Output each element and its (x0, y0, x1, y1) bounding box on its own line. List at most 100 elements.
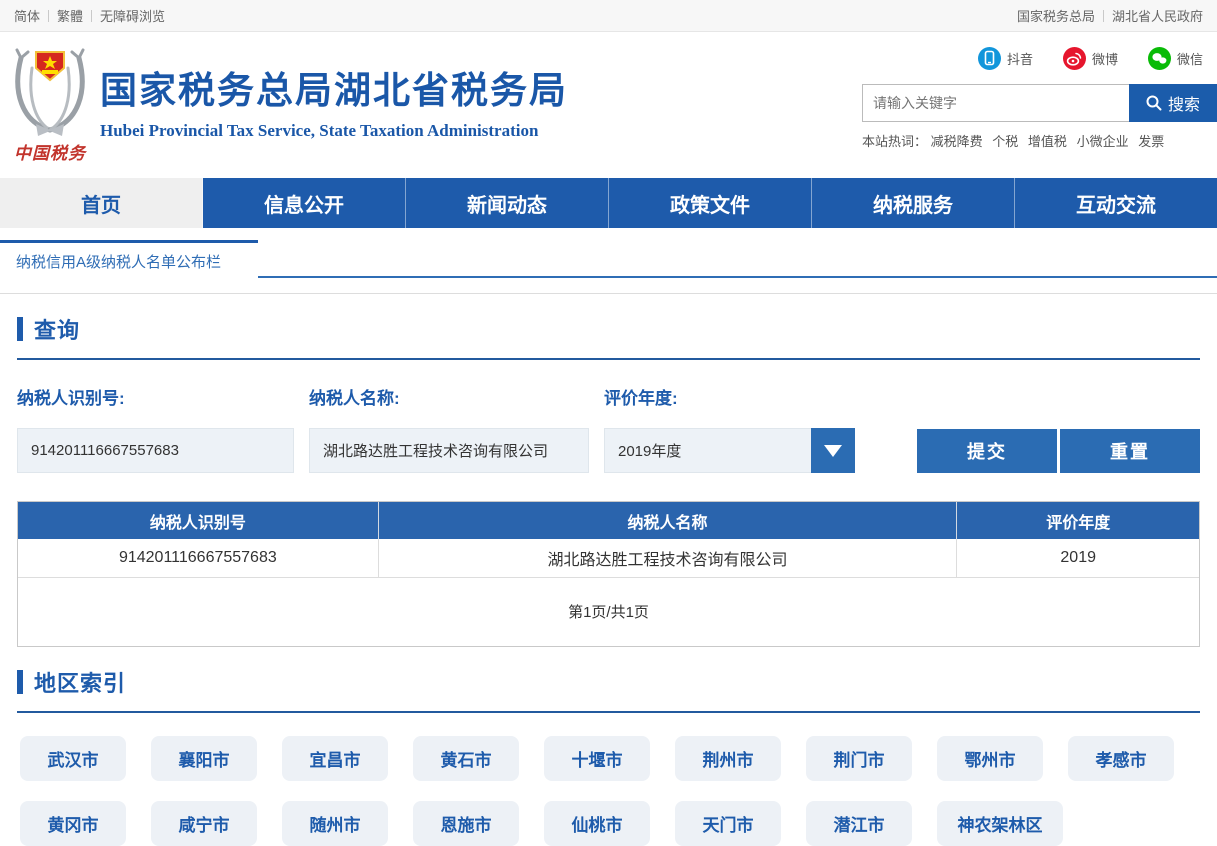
evaluation-year-selected-value: 2019年度 (604, 428, 811, 473)
hot-word-link[interactable]: 减税降费 (931, 134, 983, 149)
evaluation-year-label: 评价年度: (604, 384, 855, 409)
national-tax-emblem-logo: 中国税务 (4, 40, 96, 164)
evaluation-year-select[interactable]: 2019年度 (604, 428, 855, 473)
pagination-status: 第1页/共1页 (18, 578, 1199, 646)
select-dropdown-button[interactable] (811, 428, 855, 473)
city-button-suizhou[interactable]: 随州市 (282, 801, 388, 846)
search-input[interactable] (862, 84, 1129, 122)
taxpayer-name-input[interactable] (309, 428, 589, 473)
hot-word-link[interactable]: 增值税 (1028, 134, 1067, 149)
table-header-row: 纳税人识别号 纳税人名称 评价年度 (18, 502, 1199, 539)
link-hubei-provincial-government[interactable]: 湖北省人民政府 (1104, 6, 1211, 25)
query-section-title: 查询 (34, 313, 80, 345)
query-actions: 提交 重置 (917, 429, 1200, 473)
search-icon (1146, 95, 1162, 111)
city-button-jingzhou[interactable]: 荆州市 (675, 736, 781, 781)
col-header-taxpayer-name: 纳税人名称 (378, 502, 957, 539)
query-section-header: 查询 (17, 313, 1200, 360)
section-accent-bar (17, 317, 23, 341)
tab-credit-a-taxpayer-list[interactable]: 纳税信用A级纳税人名单公布栏 (0, 240, 258, 280)
cell-taxpayer-name: 湖北路达胜工程技术咨询有限公司 (378, 539, 957, 577)
nav-item-interaction[interactable]: 互动交流 (1015, 178, 1217, 228)
tax-emblem-icon (6, 40, 94, 138)
city-button-wuhan[interactable]: 武汉市 (20, 736, 126, 781)
chevron-down-icon (824, 445, 842, 457)
city-button-xiantao[interactable]: 仙桃市 (544, 801, 650, 846)
link-accessibility[interactable]: 无障碍浏览 (92, 6, 173, 25)
weibo-icon (1063, 47, 1086, 70)
city-button-xiangyang[interactable]: 襄阳市 (151, 736, 257, 781)
city-button-enshi[interactable]: 恩施市 (413, 801, 519, 846)
wechat-icon (1148, 47, 1171, 70)
taxpayer-name-field-group: 纳税人名称: (309, 384, 589, 473)
wechat-link[interactable]: 微信 (1148, 47, 1203, 70)
nav-item-information-disclosure[interactable]: 信息公开 (203, 178, 406, 228)
taxpayer-id-field-group: 纳税人识别号: (17, 384, 294, 473)
city-button-xiaogan[interactable]: 孝感市 (1068, 736, 1174, 781)
section-accent-bar (17, 670, 23, 694)
section-divider (0, 293, 1217, 294)
cell-evaluation-year: 2019 (957, 539, 1199, 577)
wechat-label: 微信 (1177, 49, 1203, 68)
reset-button[interactable]: 重置 (1060, 429, 1200, 473)
gov-links: 国家税务总局 湖北省人民政府 (1009, 6, 1211, 25)
top-utility-bar: 简体 繁體 无障碍浏览 国家税务总局 湖北省人民政府 (0, 0, 1217, 32)
results-table: 纳税人识别号 纳税人名称 评价年度 914201116667557683 湖北路… (18, 502, 1199, 578)
site-search: 搜索 (862, 84, 1217, 122)
city-button-tianmen[interactable]: 天门市 (675, 801, 781, 846)
social-links-row: 抖音 微博 微信 (862, 44, 1217, 72)
search-button[interactable]: 搜索 (1129, 84, 1217, 122)
region-index-section-title: 地区索引 (34, 666, 126, 698)
table-row: 914201116667557683 湖北路达胜工程技术咨询有限公司 2019 (18, 539, 1199, 577)
city-button-huanggang[interactable]: 黄冈市 (20, 801, 126, 846)
taxpayer-id-label: 纳税人识别号: (17, 384, 294, 409)
douyin-label: 抖音 (1007, 49, 1033, 68)
douyin-link[interactable]: 抖音 (978, 47, 1033, 70)
city-button-ezhou[interactable]: 鄂州市 (937, 736, 1043, 781)
query-form: 纳税人识别号: 纳税人名称: 评价年度: 2019年度 提交 重置 (17, 384, 1200, 473)
taxpayer-name-label: 纳税人名称: (309, 384, 589, 409)
region-index-section-header: 地区索引 (17, 666, 1200, 713)
hot-word-link[interactable]: 小微企业 (1077, 134, 1129, 149)
search-button-label: 搜索 (1168, 91, 1200, 115)
city-button-shennongjia[interactable]: 神农架林区 (937, 801, 1063, 846)
nav-item-home[interactable]: 首页 (0, 178, 203, 228)
douyin-icon (978, 47, 1001, 70)
main-navigation: 首页 信息公开 新闻动态 政策文件 纳税服务 互动交流 (0, 178, 1217, 228)
link-state-taxation-administration[interactable]: 国家税务总局 (1009, 6, 1103, 25)
page-subtitle-english: Hubei Provincial Tax Service, State Taxa… (100, 121, 568, 141)
evaluation-year-field-group: 评价年度: 2019年度 (604, 384, 855, 473)
city-button-qianjiang[interactable]: 潜江市 (806, 801, 912, 846)
hot-words-label: 本站热词： (862, 134, 927, 149)
hot-word-link[interactable]: 发票 (1138, 134, 1164, 149)
hot-word-link[interactable]: 个税 (992, 134, 1018, 149)
city-button-yichang[interactable]: 宜昌市 (282, 736, 388, 781)
city-button-xianning[interactable]: 咸宁市 (151, 801, 257, 846)
cell-taxpayer-id: 914201116667557683 (18, 539, 378, 577)
main-content: 查询 纳税人识别号: 纳税人名称: 评价年度: 2019年度 提交 重置 (0, 313, 1217, 846)
nav-item-tax-services[interactable]: 纳税服务 (812, 178, 1015, 228)
nav-item-policy-documents[interactable]: 政策文件 (609, 178, 812, 228)
page-title: 国家税务总局湖北省税务局 (100, 60, 568, 114)
nav-item-news[interactable]: 新闻动态 (406, 178, 609, 228)
hot-words-row: 本站热词： 减税降费 个税 增值税 小微企业 发票 (862, 131, 1217, 150)
weibo-label: 微博 (1092, 49, 1118, 68)
col-header-evaluation-year: 评价年度 (957, 502, 1199, 539)
logo-calligraphy-text: 中国税务 (4, 139, 96, 164)
city-button-huangshi[interactable]: 黄石市 (413, 736, 519, 781)
city-button-shiyan[interactable]: 十堰市 (544, 736, 650, 781)
tab-label: 纳税信用A级纳税人名单公布栏 (16, 251, 221, 272)
subpage-tabstrip: 纳税信用A级纳税人名单公布栏 (0, 240, 1217, 278)
city-button-jingmen[interactable]: 荆门市 (806, 736, 912, 781)
link-simplified-chinese[interactable]: 简体 (6, 6, 48, 25)
results-table-container: 纳税人识别号 纳税人名称 评价年度 914201116667557683 湖北路… (17, 501, 1200, 647)
header-right-panel: 抖音 微博 微信 (862, 44, 1217, 150)
site-title-block: 国家税务总局湖北省税务局 Hubei Provincial Tax Servic… (100, 60, 568, 141)
weibo-link[interactable]: 微博 (1063, 47, 1118, 70)
link-traditional-chinese[interactable]: 繁體 (49, 6, 91, 25)
language-links: 简体 繁體 无障碍浏览 (6, 6, 173, 25)
submit-button[interactable]: 提交 (917, 429, 1057, 473)
site-header: 中国税务 国家税务总局湖北省税务局 Hubei Provincial Tax S… (0, 32, 1217, 178)
taxpayer-id-input[interactable] (17, 428, 294, 473)
col-header-taxpayer-id: 纳税人识别号 (18, 502, 378, 539)
